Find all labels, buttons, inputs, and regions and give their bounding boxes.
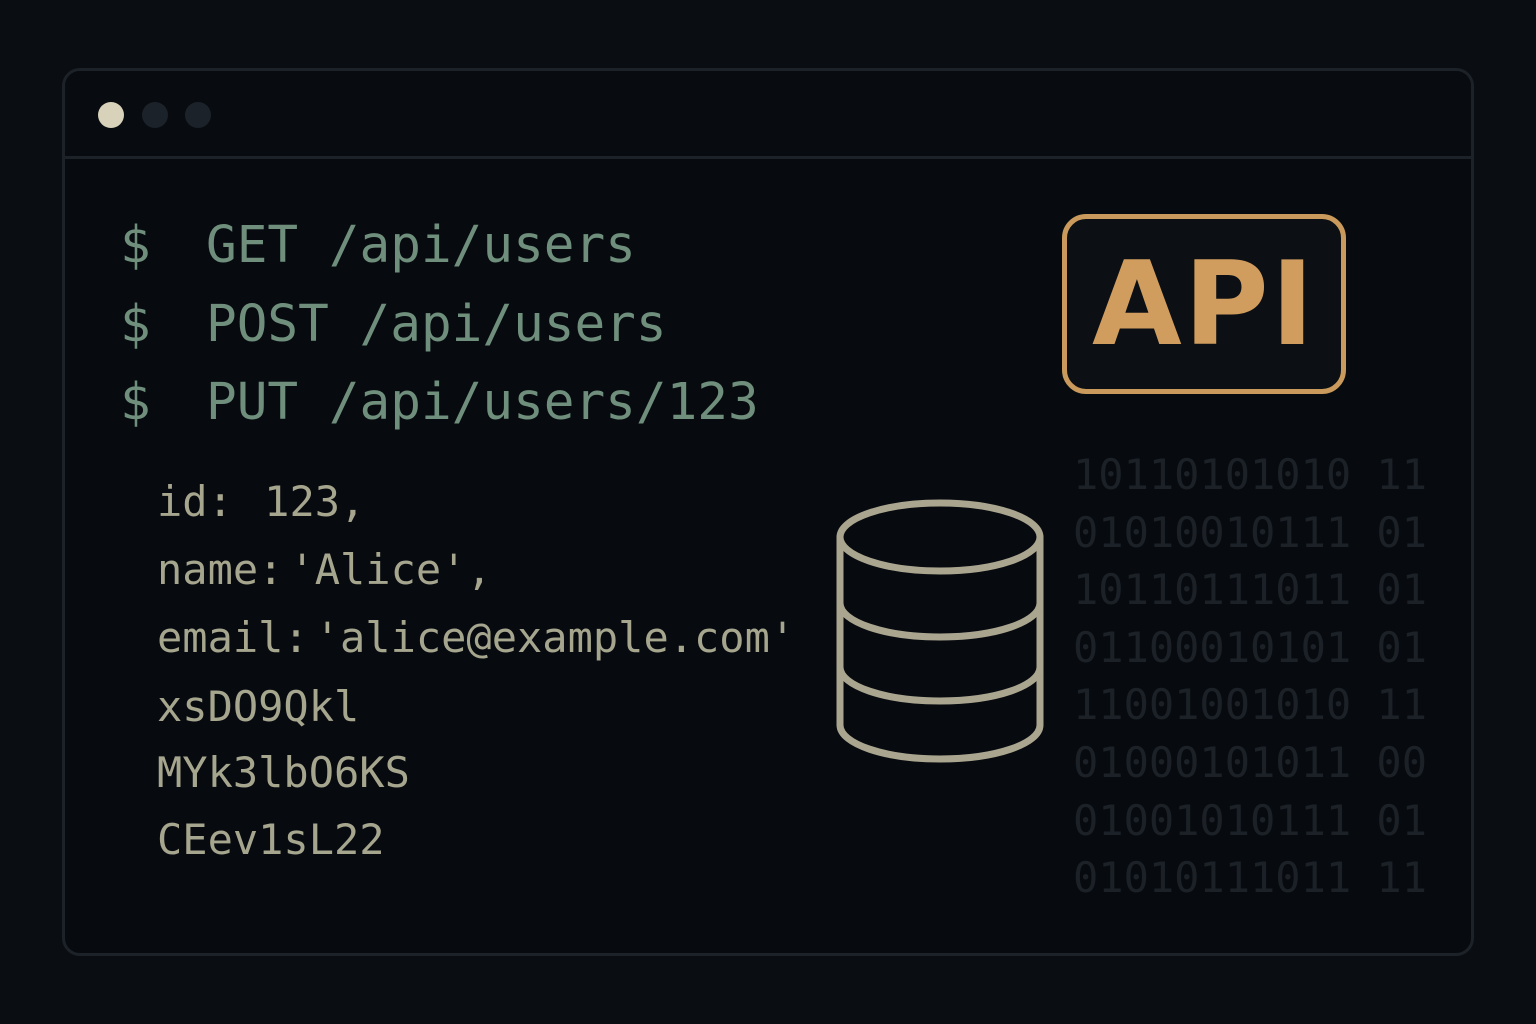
command-path: /api/users [359, 294, 667, 354]
database-icon [836, 499, 1044, 763]
command-path: /api/users [328, 215, 636, 275]
command-path: /api/users/123 [328, 372, 759, 432]
prompt-symbol: $ [120, 215, 151, 275]
binary-line: 01000101011 00 [1073, 737, 1428, 787]
response-token-line: MYk3lbO6KS [157, 745, 410, 799]
page: $ GET /api/users $ POST /api/users $ PUT… [0, 0, 1536, 1024]
response-token: MYk3lbO6KS [157, 747, 410, 797]
binary-line: 01100010101 01 [1073, 622, 1428, 672]
command-line: $ GET /api/users [120, 215, 636, 275]
terminal-content: $ GET /api/users $ POST /api/users $ PUT… [65, 71, 1471, 953]
binary-line: 11001001010 11 [1073, 680, 1428, 730]
binary-line: 01010010111 01 [1073, 507, 1428, 557]
command-line: $ POST /api/users [120, 294, 667, 354]
response-key: id: [157, 476, 233, 526]
binary-line: 01001010111 01 [1073, 795, 1428, 845]
response-token-line: CEev1sL22 [157, 812, 385, 866]
response-key: email: [157, 612, 309, 662]
response-token: xsDO9Qkl [157, 681, 360, 731]
response-value: 'Alice', [289, 544, 492, 594]
api-badge: API [1062, 214, 1346, 394]
command-method: POST [206, 294, 329, 354]
binary-line: 01010111011 11 [1073, 853, 1428, 903]
response-value: 123, [264, 476, 366, 526]
response-key: name: [157, 544, 284, 594]
binary-line: 10110111011 01 [1073, 565, 1428, 615]
binary-data-block: 10110101010 11 01010010111 01 1011011101… [1073, 446, 1427, 907]
prompt-symbol: $ [120, 372, 151, 432]
response-name-line: name: 'Alice', [157, 542, 492, 596]
response-token-line: xsDO9Qkl [157, 679, 359, 733]
command-method: PUT [206, 372, 299, 432]
binary-line: 10110101010 11 [1073, 450, 1428, 499]
response-token: CEev1sL22 [157, 814, 385, 864]
api-badge-label: API [1092, 236, 1316, 372]
response-email-line: email:'alice@example.com' [157, 610, 795, 664]
prompt-symbol: $ [120, 294, 151, 354]
command-method: GET [206, 215, 299, 275]
response-id-line: id: 123, [157, 474, 365, 528]
response-value: 'alice@example.com' [314, 612, 796, 662]
command-line: $ PUT /api/users/123 [120, 372, 759, 432]
